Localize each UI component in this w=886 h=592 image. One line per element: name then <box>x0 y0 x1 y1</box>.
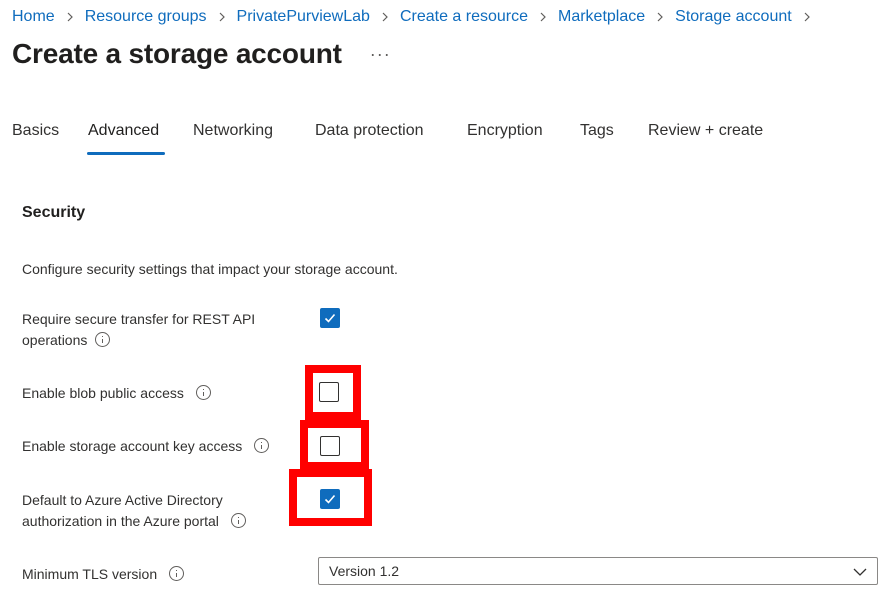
highlight-box <box>305 365 361 420</box>
checkmark-icon <box>324 313 336 323</box>
label-text: operations <box>22 332 88 348</box>
chevron-right-icon <box>65 12 75 22</box>
breadcrumb-resource-groups[interactable]: Resource groups <box>85 8 207 26</box>
tab-review-create[interactable]: Review + create <box>648 122 763 140</box>
tab-encryption[interactable]: Encryption <box>467 122 543 140</box>
tls-version-value: Version 1.2 <box>329 563 400 579</box>
secure-transfer-checkbox[interactable] <box>320 308 340 328</box>
section-description: Configure security settings that impact … <box>22 261 398 277</box>
label-text: Require secure transfer for REST API <box>22 311 256 327</box>
chevron-right-icon <box>802 12 812 22</box>
chevron-down-icon <box>853 568 867 576</box>
highlight-box <box>289 469 372 526</box>
breadcrumb: Home Resource groups PrivatePurviewLab C… <box>12 8 822 26</box>
page-title: Create a storage account <box>12 38 342 69</box>
more-options-button[interactable]: ··· <box>370 44 391 65</box>
setting-label-key-access: Enable storage account key access <box>22 436 270 457</box>
chevron-right-icon <box>380 12 390 22</box>
breadcrumb-resource-group[interactable]: PrivatePurviewLab <box>237 8 370 26</box>
setting-label-tls: Minimum TLS version <box>22 564 185 585</box>
breadcrumb-home[interactable]: Home <box>12 8 55 26</box>
tab-data-protection[interactable]: Data protection <box>315 122 424 140</box>
breadcrumb-create-resource[interactable]: Create a resource <box>400 8 528 26</box>
info-icon[interactable] <box>230 513 246 528</box>
active-tab-indicator <box>87 152 165 155</box>
label-text: Default to Azure Active Directory <box>22 492 223 508</box>
chevron-right-icon <box>217 12 227 22</box>
setting-label-secure-transfer: Require secure transfer for REST API ope… <box>22 309 255 351</box>
info-icon[interactable] <box>95 332 111 347</box>
setting-label-blob-public-access: Enable blob public access <box>22 383 211 404</box>
tab-advanced[interactable]: Advanced <box>88 122 159 140</box>
setting-label-aad-default: Default to Azure Active Directory author… <box>22 490 246 532</box>
chevron-right-icon <box>655 12 665 22</box>
breadcrumb-marketplace[interactable]: Marketplace <box>558 8 645 26</box>
title-row: Create a storage account ··· <box>12 38 391 70</box>
label-text: Minimum TLS version <box>22 566 158 582</box>
tab-basics[interactable]: Basics <box>12 122 59 140</box>
section-title-security: Security <box>22 204 86 221</box>
label-text: Enable blob public access <box>22 385 184 401</box>
breadcrumb-storage-account[interactable]: Storage account <box>675 8 792 26</box>
info-icon[interactable] <box>254 438 270 453</box>
tab-tags[interactable]: Tags <box>580 122 614 140</box>
label-text: authorization in the Azure portal <box>22 513 219 529</box>
tls-version-dropdown[interactable]: Version 1.2 <box>318 557 878 585</box>
tab-bar: Basics Advanced Networking Data protecti… <box>0 122 886 158</box>
info-icon[interactable] <box>195 385 211 400</box>
label-text: Enable storage account key access <box>22 438 243 454</box>
chevron-right-icon <box>538 12 548 22</box>
info-icon[interactable] <box>169 566 185 581</box>
tab-networking[interactable]: Networking <box>193 122 273 140</box>
highlight-box <box>300 420 369 470</box>
